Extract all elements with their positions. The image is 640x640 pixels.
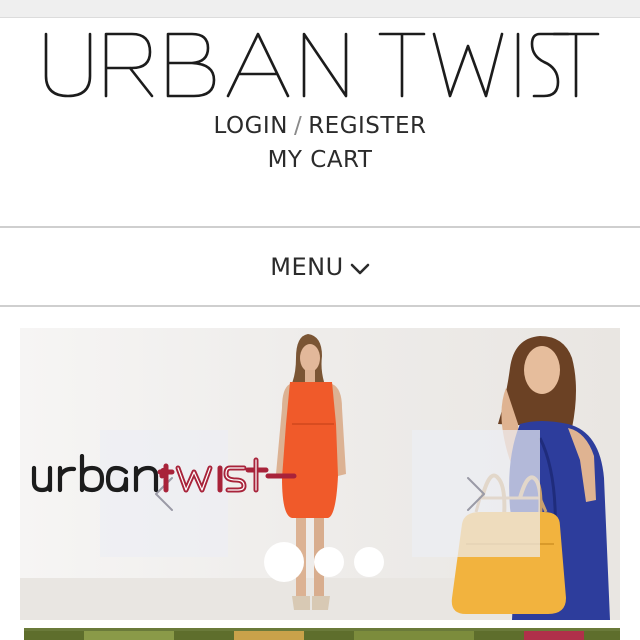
- account-links: LOGIN / REGISTER MY CART: [0, 112, 640, 180]
- chevron-down-icon: [350, 263, 369, 274]
- next-banner-art: [24, 631, 620, 640]
- slider-dot-1[interactable]: [264, 542, 304, 582]
- auth-separator: /: [293, 113, 303, 139]
- next-banner-image[interactable]: [24, 628, 620, 640]
- menu-label: MENU: [270, 252, 344, 281]
- slider-pagination: [264, 542, 384, 582]
- cart-row: MY CART: [0, 146, 640, 180]
- login-link[interactable]: LOGIN: [214, 113, 288, 139]
- chevron-right-icon: [467, 476, 485, 511]
- slider-brand-logo: [30, 453, 298, 500]
- site-logo[interactable]: [0, 26, 640, 102]
- menu-toggle[interactable]: MENU: [0, 226, 640, 307]
- slider-dot-2[interactable]: [314, 547, 344, 577]
- slider-next-button[interactable]: [412, 430, 540, 557]
- hero-slider[interactable]: [20, 328, 620, 620]
- auth-links-row: LOGIN / REGISTER: [0, 112, 640, 146]
- my-cart-link[interactable]: MY CART: [268, 147, 373, 173]
- slider-dot-3[interactable]: [354, 547, 384, 577]
- register-link[interactable]: REGISTER: [308, 113, 426, 139]
- site-logo-wordmark: [44, 32, 600, 98]
- urban-twist-script-logo: [31, 453, 297, 493]
- top-status-strip: [0, 0, 640, 18]
